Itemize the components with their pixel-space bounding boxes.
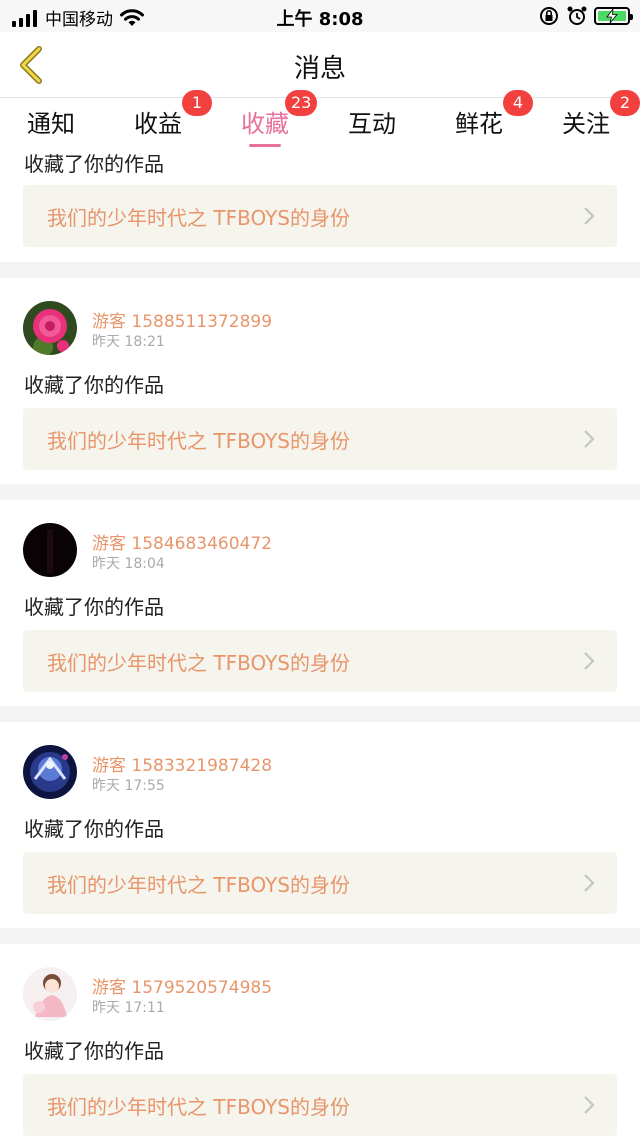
work-link[interactable]: 我们的少年时代之 TFBOYS的身份	[23, 1074, 617, 1136]
tab-favorites[interactable]: 收藏 23	[241, 90, 318, 147]
work-title: 我们的少年时代之 TFBOYS的身份	[47, 206, 351, 230]
tab-interactions[interactable]: 互动	[348, 104, 396, 139]
work-title: 我们的少年时代之 TFBOYS的身份	[47, 873, 351, 897]
unread-badge: 4	[503, 90, 533, 116]
list-item: 收藏了你的作品 我们的少年时代之 TFBOYS的身份	[0, 148, 640, 262]
chevron-right-icon	[584, 652, 595, 670]
chevron-right-icon	[584, 874, 595, 892]
tab-notifications[interactable]: 通知	[27, 104, 75, 139]
action-text: 收藏了你的作品	[24, 1039, 164, 1063]
list-item: 游客 1588511372899 昨天 18:21 收藏了你的作品 我们的少年时…	[0, 278, 640, 484]
unread-badge: 1	[182, 90, 212, 116]
chevron-right-icon	[584, 207, 595, 225]
avatar[interactable]	[23, 745, 77, 799]
active-tab-indicator	[249, 144, 281, 147]
avatar[interactable]	[23, 301, 77, 355]
tab-label: 收益	[134, 110, 182, 138]
avatar[interactable]	[23, 967, 77, 1021]
tab-label: 关注	[562, 110, 610, 138]
username[interactable]: 游客 1588511372899	[92, 307, 272, 332]
username[interactable]: 游客 1579520574985	[92, 973, 272, 998]
page-title: 消息	[293, 54, 346, 84]
list-item: 游客 1584683460472 昨天 18:04 收藏了你的作品 我们的少年时…	[0, 500, 640, 706]
action-text: 收藏了你的作品	[24, 373, 164, 397]
work-link[interactable]: 我们的少年时代之 TFBOYS的身份	[23, 185, 617, 247]
timestamp: 昨天 18:21	[92, 334, 165, 350]
action-text: 收藏了你的作品	[24, 817, 164, 841]
nav-bar: 消息	[0, 32, 640, 98]
unread-badge: 23	[285, 90, 318, 116]
tab-label: 通知	[27, 110, 75, 138]
action-text: 收藏了你的作品	[24, 595, 164, 619]
timestamp: 昨天 17:11	[92, 1000, 165, 1016]
work-title: 我们的少年时代之 TFBOYS的身份	[47, 651, 351, 675]
battery-charging-icon	[594, 7, 633, 25]
tab-label: 收藏	[241, 110, 289, 138]
username[interactable]: 游客 1584683460472	[92, 529, 272, 554]
list-item: 游客 1579520574985 昨天 17:11 收藏了你的作品 我们的少年时…	[0, 944, 640, 1138]
work-title: 我们的少年时代之 TFBOYS的身份	[47, 429, 351, 453]
tab-bar: 通知 收益 1 收藏 23 互动 鲜花 4 关注 2	[0, 90, 640, 148]
tab-label: 互动	[348, 110, 396, 138]
tab-following[interactable]: 关注 2	[562, 90, 640, 139]
status-bar: 中国移动 上午 8:08	[0, 0, 640, 32]
action-text: 收藏了你的作品	[24, 152, 164, 176]
message-list[interactable]: 收藏了你的作品 我们的少年时代之 TFBOYS的身份 游客 1588511372…	[0, 148, 640, 1138]
unread-badge: 2	[610, 90, 640, 116]
work-link[interactable]: 我们的少年时代之 TFBOYS的身份	[23, 408, 617, 470]
tab-flowers[interactable]: 鲜花 4	[455, 90, 533, 139]
work-title: 我们的少年时代之 TFBOYS的身份	[47, 1095, 351, 1119]
tab-earnings[interactable]: 收益 1	[134, 90, 212, 139]
orientation-lock-icon	[540, 7, 558, 25]
work-link[interactable]: 我们的少年时代之 TFBOYS的身份	[23, 630, 617, 692]
timestamp: 昨天 17:55	[92, 778, 165, 794]
chevron-right-icon	[584, 1096, 595, 1114]
alarm-icon	[567, 6, 587, 25]
list-item: 游客 1583321987428 昨天 17:55 收藏了你的作品 我们的少年时…	[0, 722, 640, 928]
work-link[interactable]: 我们的少年时代之 TFBOYS的身份	[23, 852, 617, 914]
avatar[interactable]	[23, 523, 77, 577]
tab-label: 鲜花	[455, 110, 503, 138]
timestamp: 昨天 18:04	[92, 556, 165, 572]
chevron-right-icon	[584, 430, 595, 448]
username[interactable]: 游客 1583321987428	[92, 751, 272, 776]
